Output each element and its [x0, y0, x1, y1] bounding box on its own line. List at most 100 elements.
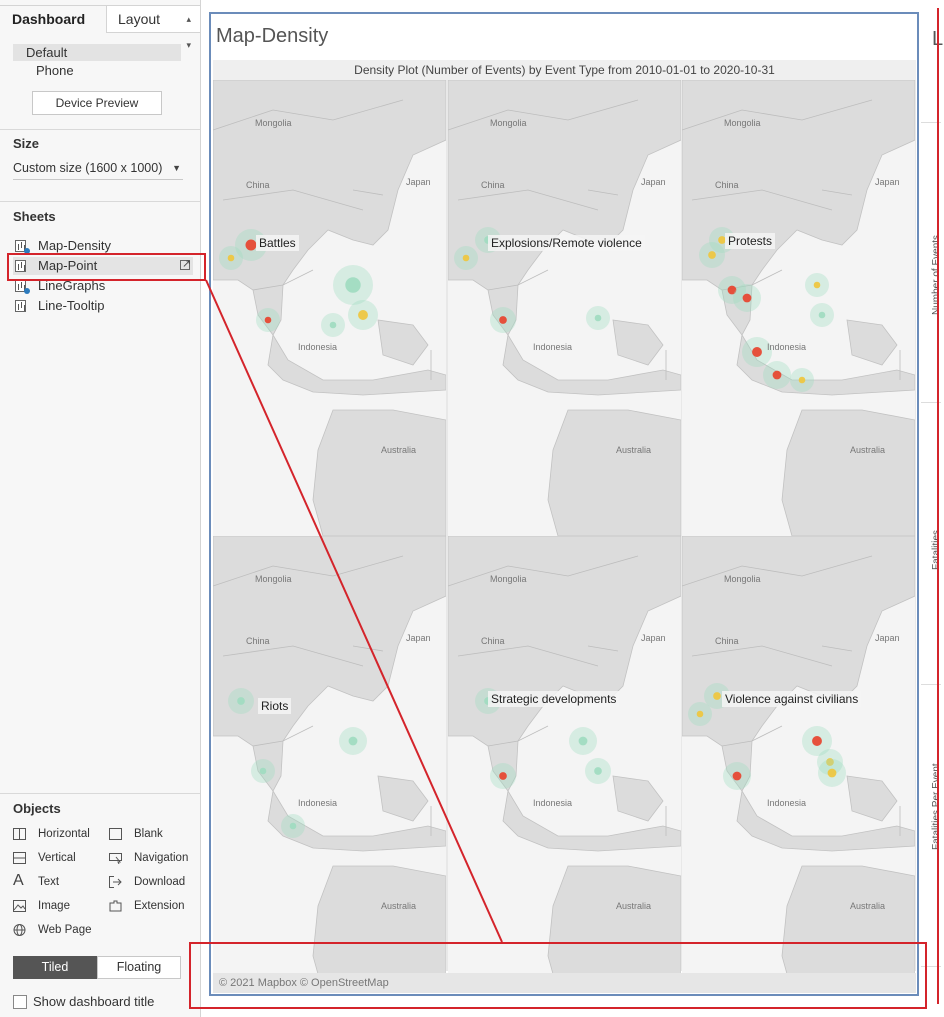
density-hotspot — [499, 316, 507, 324]
map-panel[interactable]: Mongolia China Japan Indonesia Australia Expl… — [448, 80, 681, 536]
basemap — [213, 536, 446, 992]
dashboard-side-pane: Dashboard Layout ▴ ▾ Default Phone Device… — [0, 0, 201, 1017]
map-place-label: Japan — [875, 177, 900, 187]
device-preview-button[interactable]: Device Preview — [32, 91, 162, 115]
tab-layout-label: Layout — [118, 11, 161, 27]
density-hotspot — [289, 822, 297, 830]
map-panel[interactable]: Mongolia China Japan Indonesia Australia Batt… — [213, 80, 446, 536]
map-panel[interactable]: Mongolia China Japan Indonesia Australia Stra… — [448, 536, 681, 992]
map-place-label: China — [246, 180, 270, 190]
size-dropdown[interactable]: Custom size (1600 x 1000) ▼ — [13, 158, 183, 180]
device-phone[interactable]: Phone — [13, 62, 181, 79]
vertical-icon — [13, 852, 26, 864]
map-panel[interactable]: Mongolia China Japan Indonesia Australia Riot… — [213, 536, 446, 992]
annotation-highlight-sheet — [7, 253, 206, 281]
horizontal-icon — [13, 828, 26, 840]
map-place-label: Mongolia — [724, 574, 761, 584]
basemap — [448, 536, 681, 992]
map-place-label: Japan — [406, 177, 431, 187]
object-label: Web Page — [38, 924, 92, 936]
object-label: Vertical — [38, 852, 76, 864]
map-panel[interactable]: Mongolia China Japan Indonesia Australia Prot… — [682, 80, 915, 536]
map-place-label: China — [246, 636, 270, 646]
object-label: Extension — [134, 900, 185, 912]
event-type-label: Protests — [725, 233, 776, 249]
density-hotspot — [713, 692, 721, 700]
map-place-label: Mongolia — [255, 574, 292, 584]
globe-icon — [13, 924, 26, 936]
map-place-label: Japan — [641, 177, 666, 187]
map-place-label: Japan — [641, 633, 666, 643]
map-place-label: Indonesia — [767, 342, 807, 352]
density-hotspot — [264, 316, 272, 324]
map-place-label: Mongolia — [255, 118, 292, 128]
navigation-icon — [109, 853, 122, 864]
sheets-section-title: Sheets — [13, 209, 56, 224]
download-icon — [109, 876, 122, 888]
map-place-label: Australia — [616, 445, 652, 455]
basemap — [213, 80, 446, 536]
blank-icon — [109, 828, 122, 840]
size-section-title: Size — [13, 136, 40, 151]
sheet-label: Line-Tooltip — [38, 298, 105, 313]
annotation-highlight-bottom — [189, 942, 927, 1009]
density-hotspot — [245, 239, 257, 251]
divider — [0, 793, 200, 794]
density-hotspot — [594, 767, 602, 775]
event-type-label: Strategic developments — [488, 691, 620, 707]
map-place-label: Australia — [850, 901, 886, 911]
density-hotspot — [818, 311, 826, 319]
density-hotspot — [752, 347, 762, 357]
in-use-dot-icon — [24, 288, 30, 294]
annotation-highlight-right — [927, 8, 939, 1004]
tiled-button[interactable]: Tiled — [13, 956, 97, 979]
event-type-label: Explosions/Remote violence — [488, 235, 645, 251]
density-hotspot — [348, 736, 358, 746]
event-type-label: Riots — [258, 698, 292, 714]
density-hotspot — [259, 767, 267, 775]
density-hotspot — [742, 293, 752, 303]
map-place-label: Mongolia — [490, 574, 527, 584]
map-place-label: Indonesia — [533, 798, 573, 808]
density-hotspot — [812, 736, 822, 746]
object-label: Horizontal — [38, 828, 90, 840]
map-place-label: Indonesia — [767, 798, 807, 808]
map-place-label: Mongolia — [724, 118, 761, 128]
map-place-label: Indonesia — [533, 342, 573, 352]
dashboard-canvas: Map-Density Density Plot (Number of Even… — [201, 0, 944, 1017]
map-place-label: Indonesia — [298, 798, 338, 808]
sheet-title: Map-Density — [216, 25, 329, 47]
tab-dashboard[interactable]: Dashboard — [0, 5, 107, 33]
density-hotspot — [732, 771, 742, 781]
map-place-label: Japan — [875, 633, 900, 643]
image-icon — [13, 900, 26, 912]
extension-icon — [109, 900, 122, 912]
show-title-label: Show dashboard title — [33, 994, 155, 1009]
density-hotspot — [708, 251, 716, 259]
sheet-item-line-tooltip[interactable]: Line-Tooltip — [13, 297, 193, 315]
divider — [0, 201, 200, 202]
map-place-label: Australia — [381, 901, 417, 911]
updown-arrows-icon: ▴ ▾ — [186, 14, 191, 50]
map-place-label: Mongolia — [490, 118, 527, 128]
density-hotspot — [772, 370, 782, 380]
floating-button[interactable]: Floating — [97, 956, 181, 979]
checkbox-box[interactable] — [13, 995, 27, 1009]
objects-section-title: Objects — [13, 801, 61, 816]
density-hotspot — [827, 768, 837, 778]
chart-header: Density Plot (Number of Events) by Event… — [213, 60, 916, 80]
worksheet-icon — [15, 300, 26, 312]
map-place-label: Australia — [850, 445, 886, 455]
object-label: Blank — [134, 828, 163, 840]
basemap — [682, 536, 915, 992]
basemap — [682, 80, 915, 536]
density-hotspot — [578, 736, 588, 746]
size-value: Custom size (1600 x 1000) — [13, 161, 163, 175]
layout-mode-toggle: Tiled Floating — [13, 956, 181, 979]
density-hotspot — [329, 321, 337, 329]
tab-layout[interactable]: Layout ▴ ▾ — [107, 5, 201, 50]
map-grid[interactable]: Mongolia China Japan Indonesia Australia Batt… — [213, 80, 916, 992]
device-default[interactable]: Default — [13, 44, 181, 61]
density-hotspot — [696, 710, 704, 718]
map-panel[interactable]: Mongolia China Japan Indonesia Australia Viol… — [682, 536, 915, 992]
